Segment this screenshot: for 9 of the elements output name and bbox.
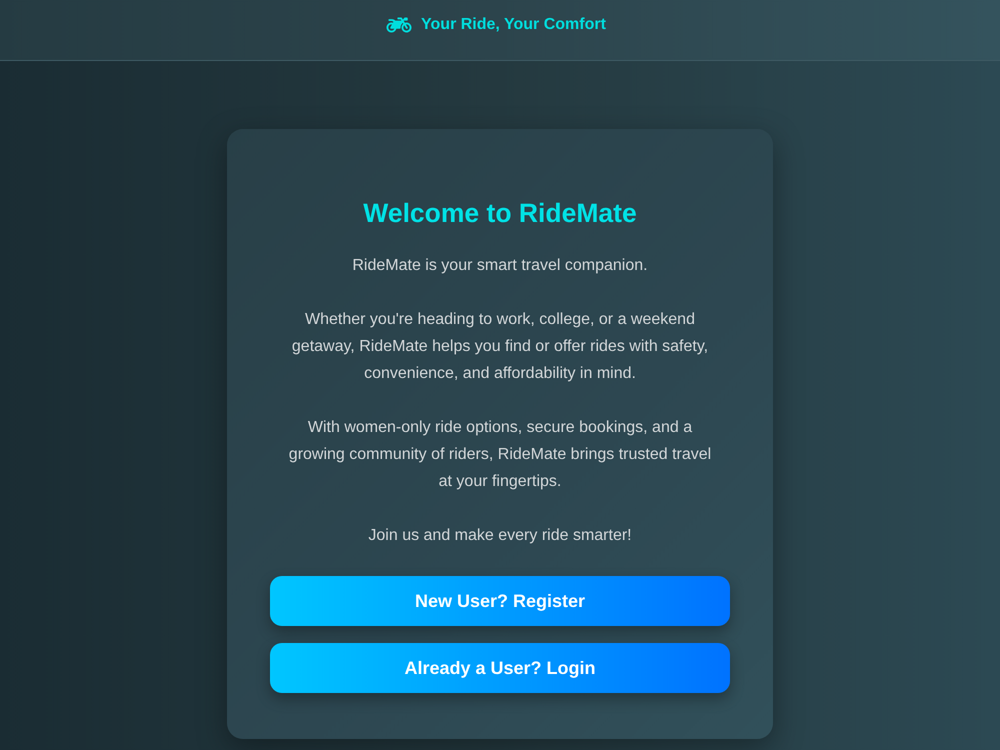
brand-tagline: Your Ride, Your Comfort	[421, 16, 606, 32]
welcome-title: Welcome to RideMate	[363, 197, 637, 229]
intro-paragraph: Whether you're heading to work, college, or a weekend getaway, RideMate helps you find or offer rides with safety, convenience, and affordability in mind.	[290, 310, 710, 384]
intro-paragraph: RideMate is your smart travel companion.	[351, 256, 649, 276]
intro-paragraph: Join us and make every ride smarter!	[367, 526, 633, 546]
intro-paragraph: With women-only ride options, secure bookings, and a growing community of riders, RideMate brings trusted travel at your fingertips.	[288, 418, 712, 492]
register-button[interactable]: New User? Register	[270, 576, 730, 626]
motorcycle-icon	[386, 14, 412, 34]
login-button[interactable]: Already a User? Login	[270, 643, 730, 693]
